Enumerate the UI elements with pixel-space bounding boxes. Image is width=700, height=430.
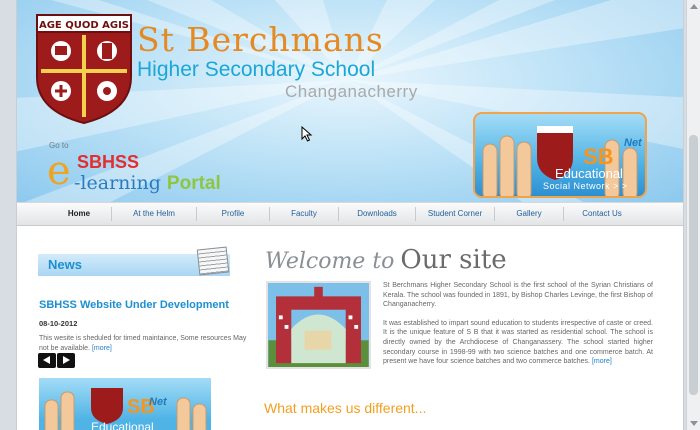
vertical-scrollbar[interactable] [686,0,700,430]
what-makes-us-different-heading: What makes us different... [264,400,427,416]
scroll-down-icon[interactable] [690,421,698,426]
portal-learning: -learning [74,172,161,194]
scrollbar-thumb[interactable] [689,135,698,395]
nav-contact-us[interactable]: Contact Us [564,203,640,225]
school-subtitle: Higher Secondary School [137,58,376,81]
school-location: Changanacherry [285,82,418,101]
net-label: Net [624,137,642,149]
welcome-paragraph-1: St Berchmans Higher Secondary School is … [383,282,653,309]
nav-profile[interactable]: Profile [197,203,269,225]
social-network-label: Social Network > > [543,181,628,191]
nav-gallery[interactable]: Gallery [495,203,563,225]
welcome-paragraph-2: It was established to impart sound educa… [383,319,653,367]
social-network-banner[interactable]: SB Net Educational Social Network > > [473,112,647,198]
welcome-more-link[interactable]: [more] [592,358,612,365]
mini-net-label: Net [149,396,167,408]
news-item-date: 08-10-2012 [39,319,78,328]
page: AGE QUOD AGIS St Berchmans Higher Second… [16,0,684,430]
mouse-pointer-icon [301,126,313,142]
news-item-title[interactable]: SBHSS Website Under Development [39,299,229,311]
news-heading: News [48,257,82,272]
social-network-mini-banner[interactable]: SB Net Educational [39,378,211,430]
nav-downloads[interactable]: Downloads [339,203,415,225]
mini-educational-label: Educational [91,420,154,430]
news-item-text: This wesite is sheduled for timed mainta… [39,335,247,352]
school-gate-photo [266,281,371,369]
right-arrow-icon[interactable] [57,353,75,368]
school-crest-logo[interactable]: AGE QUOD AGIS [33,13,135,125]
newspaper-icon [196,246,230,276]
scroll-up-icon[interactable] [690,4,698,9]
welcome-script: Welcome to [265,249,395,274]
left-arrow-icon[interactable] [38,353,56,368]
nav-at-the-helm[interactable]: At the Helm [112,203,196,225]
school-gate-image [268,283,369,367]
welcome-title: Our site [400,245,507,275]
nav-home[interactable]: Home [47,203,111,225]
portal-word: Portal [166,173,221,194]
news-more-link[interactable]: [more] [92,345,112,352]
welcome-heading: Welcome to Our site [265,245,507,275]
news-item-body: This wesite is sheduled for timed mainta… [39,334,249,354]
welcome-text: St Berchmans Higher Secondary School is … [383,281,653,367]
svg-text:AGE QUOD AGIS: AGE QUOD AGIS [39,20,129,31]
nav-student-corner[interactable]: Student Corner [416,203,494,225]
main-navigation: Home At the Helm Profile Faculty Downloa… [17,202,683,226]
school-name: St Berchmans [137,20,384,59]
nav-faculty[interactable]: Faculty [270,203,338,225]
portal-e-letter: e [47,148,71,194]
welcome-paragraph-2-text: It was established to impart sound educa… [383,319,653,366]
site-header: AGE QUOD AGIS St Berchmans Higher Second… [17,0,683,202]
news-heading-bar: News [38,246,230,276]
portal-elearning-text: -learning Portal [74,172,221,195]
portal-sbhss: SBHSS [77,152,140,172]
educational-label: Educational [555,166,623,181]
e-learning-portal-link[interactable]: e SBHSS -learning Portal [47,148,267,198]
